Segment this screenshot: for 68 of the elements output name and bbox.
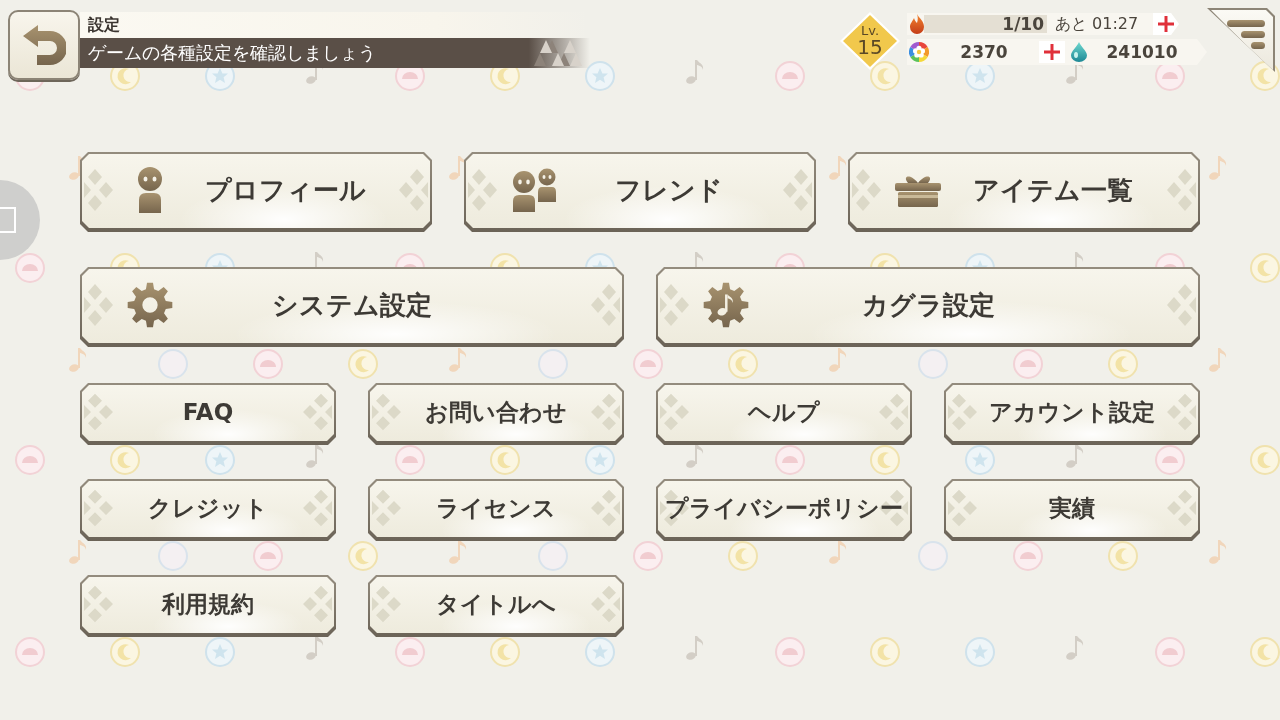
menu-button[interactable]: プライバシーポリシー [656,479,912,541]
plus-icon [1044,44,1060,60]
back-button[interactable] [8,10,80,80]
diamond-ornament-icon [372,392,402,432]
triangle-pattern-icon [534,40,582,66]
flame-icon [910,14,924,34]
diamond-ornament-icon [590,392,620,432]
diamond-ornament-icon [660,282,690,328]
person-icon [136,167,164,213]
menu-button[interactable]: クレジット [80,479,336,541]
add-stamina-button[interactable] [1153,13,1179,35]
diamond-ornament-icon [84,167,114,213]
gear-note-icon [703,282,749,328]
diamond-ornament-icon [468,167,498,213]
menu-button[interactable]: ライセンス [368,479,624,541]
diamond-ornament-icon [590,282,620,328]
stamina-count: 1/10 [1002,14,1044,34]
level-prefix: Lv. [860,23,880,38]
diamond-ornament-icon [1166,488,1196,528]
diamond-ornament-icon [84,392,114,432]
recovery-timer: あと 01:27 [1055,13,1139,35]
menu-button[interactable]: タイトルへ [368,575,624,637]
plus-icon [1158,16,1174,32]
diamond-ornament-icon [1166,282,1196,328]
diamond-ornament-icon [782,167,812,213]
diamond-ornament-icon [660,488,690,528]
diamond-ornament-icon [878,392,908,432]
water-drop-icon [1071,42,1087,62]
diamond-ornament-icon [1166,167,1196,213]
diamond-ornament-icon [84,282,114,328]
diamond-ornament-icon [948,392,978,432]
diamond-ornament-icon [590,488,620,528]
menu-button[interactable]: お問い合わせ [368,383,624,445]
diamond-ornament-icon [398,167,428,213]
page-subtitle: ゲームの各種設定を確認しましょう [88,41,376,65]
add-gems-button[interactable] [1039,41,1065,63]
back-arrow-icon [22,23,66,67]
page-title: 設定 [88,14,120,36]
coin-count: 241010 [1105,42,1179,62]
diamond-ornament-icon [660,392,690,432]
kagura-settings-button[interactable]: カグラ設定 [656,267,1200,347]
rainbow-gem-icon [909,42,929,62]
two-people-icon [511,168,557,212]
menu-button[interactable]: FAQ [80,383,336,445]
diamond-ornament-icon [590,584,620,624]
diamond-ornament-icon [302,488,332,528]
diamond-ornament-icon [84,584,114,624]
diamond-ornament-icon [372,584,402,624]
diamond-ornament-icon [1166,392,1196,432]
diamond-ornament-icon [372,488,402,528]
system-settings-button[interactable]: システム設定 [80,267,624,347]
diamond-ornament-icon [948,488,978,528]
menu-button[interactable]: ヘルプ [656,383,912,445]
diamond-ornament-icon [878,488,908,528]
diamond-ornament-icon [302,584,332,624]
gear-icon [127,282,173,328]
menu-icon [1227,20,1265,49]
level-number: 15 [857,37,883,59]
gem-count: 2370 [959,42,1009,62]
menu-button[interactable]: 利用規約 [80,575,336,637]
friends-button[interactable]: フレンド [464,152,816,232]
diamond-ornament-icon [302,392,332,432]
diamond-ornament-icon [84,488,114,528]
profile-button[interactable]: プロフィール [80,152,432,232]
menu-button[interactable]: アカウント設定 [944,383,1200,445]
diamond-ornament-icon [852,167,882,213]
items-button[interactable]: アイテム一覧 [848,152,1200,232]
menu-button[interactable]: 実績 [944,479,1200,541]
